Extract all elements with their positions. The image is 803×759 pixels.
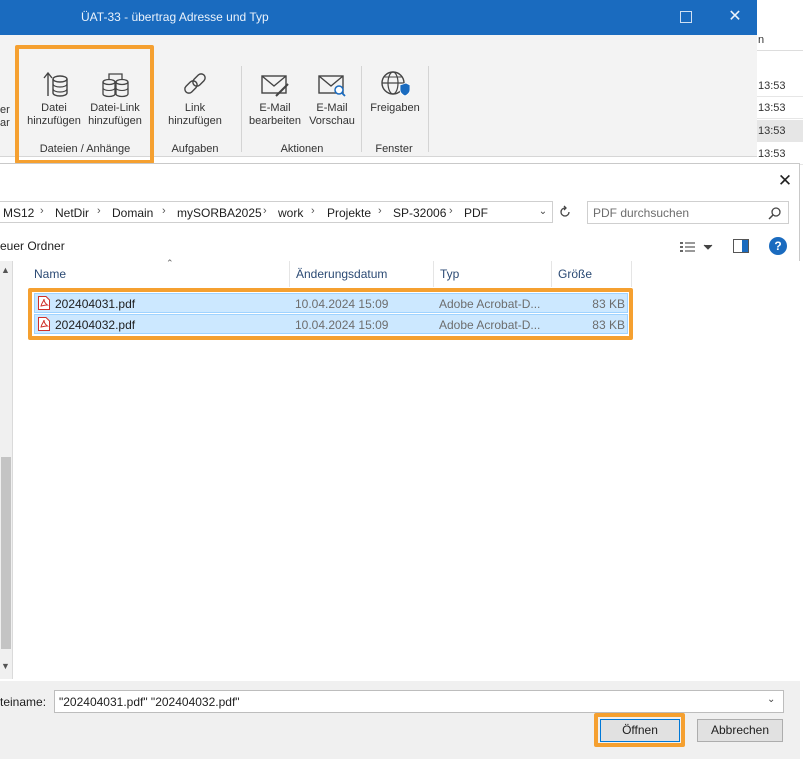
file-list: ⌃ Name Änderungsdatum Typ Größe 20240403… xyxy=(14,258,800,681)
new-folder-button[interactable]: euer Ordner xyxy=(0,239,65,253)
ribbon-partial-button[interactable]: er ar xyxy=(0,104,10,130)
column-headers: ⌃ Name Änderungsdatum Typ Größe xyxy=(28,258,648,287)
chevron-down-icon[interactable]: ⌄ xyxy=(536,204,550,220)
column-header-type[interactable]: Typ xyxy=(434,261,552,287)
breadcrumb-item[interactable]: Domain xyxy=(112,206,153,220)
list-time: 13:53 xyxy=(757,143,803,165)
scroll-down-icon[interactable]: ▼ xyxy=(1,661,10,671)
preview-pane-icon xyxy=(733,239,749,253)
chevron-right-icon: › xyxy=(40,205,44,217)
column-header-name[interactable]: Name xyxy=(28,261,290,287)
search-box[interactable] xyxy=(587,201,789,224)
breadcrumb-item[interactable]: mySORBA2025 xyxy=(177,206,262,220)
partial-label-line2: ar xyxy=(0,117,10,129)
column-header-modified[interactable]: Änderungsdatum xyxy=(290,261,434,287)
filename-combobox[interactable]: ⌄ xyxy=(54,690,784,713)
shares-label: Freigaben xyxy=(370,102,420,114)
breadcrumb-item[interactable]: PDF xyxy=(464,206,488,220)
chevron-right-icon: › xyxy=(311,205,315,217)
group-label-window: Fenster xyxy=(375,143,413,155)
edit-email-button[interactable]: E-Mail bearbeiten xyxy=(247,70,303,128)
scroll-up-icon[interactable]: ▲ xyxy=(1,265,10,275)
dialog-toolbar: euer Ordner ? xyxy=(0,234,800,260)
edit-email-label-2: bearbeiten xyxy=(249,115,301,127)
dialog-footer: teiname: ⌄ Öffnen Abbrechen xyxy=(0,681,800,759)
cancel-button[interactable]: Abbrechen xyxy=(697,719,783,742)
globe-shield-icon xyxy=(381,71,410,97)
list-time: 13:53 xyxy=(757,75,803,97)
window-title: ÜAT-33 - übertrag Adresse und Typ xyxy=(81,10,269,24)
chevron-right-icon: › xyxy=(97,205,101,217)
filename-label: teiname: xyxy=(0,695,47,709)
group-label-actions: Aktionen xyxy=(280,143,324,155)
partial-label-line1: er xyxy=(0,104,10,116)
maximize-button[interactable] xyxy=(680,11,692,23)
refresh-button[interactable] xyxy=(555,202,575,222)
envelope-search-icon xyxy=(318,75,346,97)
email-preview-label-1: E-Mail xyxy=(316,102,348,114)
file-open-dialog: ✕ MS12 › NetDir › Domain › mySORBA2025 ›… xyxy=(0,163,800,759)
ribbon-separator xyxy=(428,66,429,152)
list-header-fragment: n xyxy=(757,29,803,51)
chain-link-icon xyxy=(184,73,206,94)
ribbon-separator xyxy=(241,66,242,152)
chevron-right-icon: › xyxy=(263,205,267,217)
highlight-frame xyxy=(28,288,633,340)
highlight-frame xyxy=(15,45,154,164)
envelope-edit-icon xyxy=(261,75,289,97)
highlight-frame xyxy=(594,713,685,747)
background-app-window: ÜAT-33 - übertrag Adresse und Typ ✕ er a… xyxy=(0,0,803,170)
breadcrumb-item[interactable]: Projekte xyxy=(327,206,371,220)
ribbon-separator xyxy=(361,66,362,152)
refresh-icon xyxy=(560,205,570,217)
chevron-right-icon: › xyxy=(162,205,166,217)
title-bar: ÜAT-33 - übertrag Adresse und Typ ✕ xyxy=(0,0,757,35)
email-preview-button[interactable]: E-Mail Vorschau xyxy=(306,70,358,128)
background-list: n 13:53 13:53 13:53 13:53 xyxy=(757,34,803,165)
close-window-button[interactable]: ✕ xyxy=(727,7,743,27)
list-time: 13:53 xyxy=(757,97,803,119)
navigation-pane-scrollbar[interactable]: ▲ ▼ xyxy=(0,261,13,679)
list-view-icon xyxy=(680,242,713,252)
breadcrumb-item[interactable]: NetDir xyxy=(55,206,89,220)
edit-email-label-1: E-Mail xyxy=(259,102,291,114)
chevron-right-icon: › xyxy=(378,205,382,217)
add-link-label: Link hinzufügen xyxy=(168,102,222,127)
breadcrumb-item[interactable]: SP-32006 xyxy=(393,206,446,220)
help-button[interactable]: ? xyxy=(769,237,787,255)
view-options-button[interactable] xyxy=(679,239,715,255)
breadcrumb-item[interactable]: MS12 xyxy=(3,206,34,220)
search-input[interactable] xyxy=(593,206,763,220)
group-label-tasks: Aufgaben xyxy=(171,143,219,155)
email-preview-label-2: Vorschau xyxy=(309,115,355,127)
list-time: 13:53 xyxy=(757,120,803,142)
filename-field[interactable] xyxy=(59,695,759,709)
address-bar[interactable]: MS12 › NetDir › Domain › mySORBA2025 › w… xyxy=(0,201,553,223)
scrollbar-thumb[interactable] xyxy=(1,457,11,649)
chevron-right-icon: › xyxy=(449,205,453,217)
dialog-close-button[interactable]: ✕ xyxy=(774,170,796,192)
add-link-button[interactable]: Link hinzufügen xyxy=(157,70,233,128)
preview-pane-button[interactable] xyxy=(733,239,749,253)
chevron-down-icon[interactable]: ⌄ xyxy=(767,694,775,705)
shares-button[interactable]: Freigaben xyxy=(366,70,424,115)
search-icon xyxy=(768,207,781,220)
breadcrumb-item[interactable]: work xyxy=(278,206,303,220)
column-header-size[interactable]: Größe xyxy=(552,261,632,287)
